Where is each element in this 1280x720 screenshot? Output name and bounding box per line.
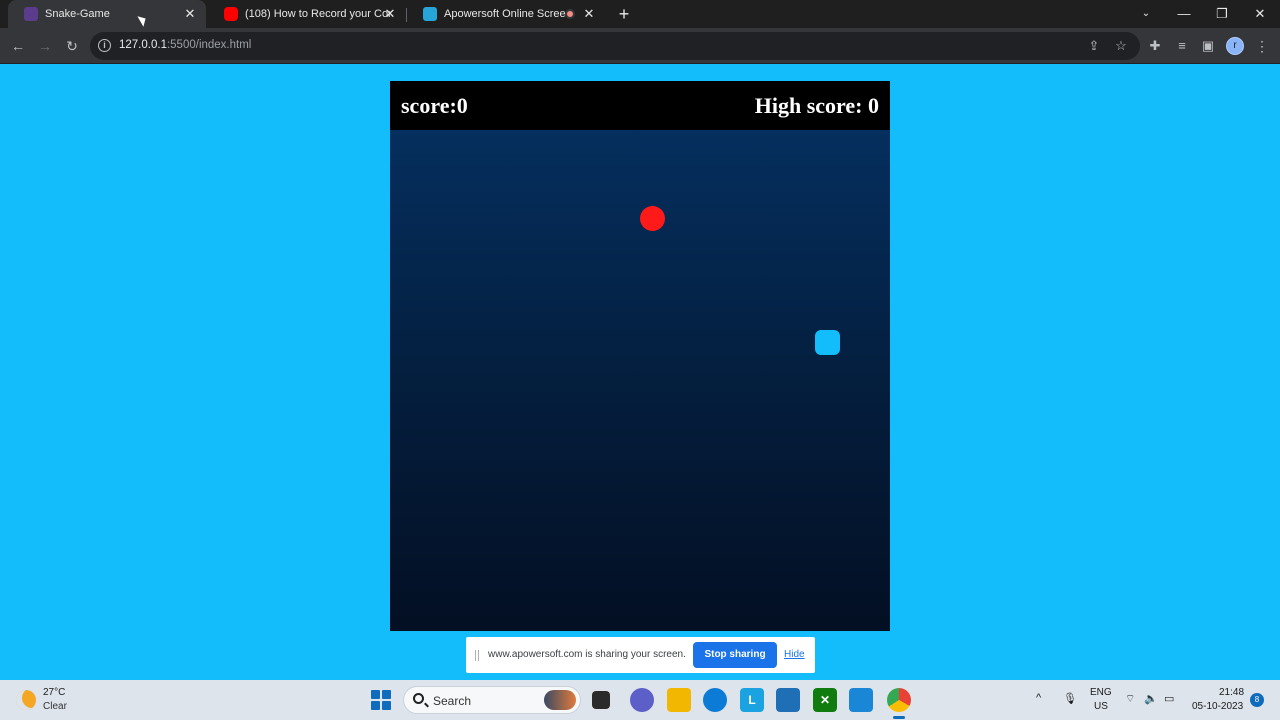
game-board[interactable] <box>390 130 890 631</box>
language-indicator[interactable]: ENG <box>1090 687 1112 698</box>
windows-logo-pane <box>371 701 380 710</box>
bookmark-star-icon[interactable]: ☆ <box>1112 37 1130 55</box>
file-explorer-icon[interactable] <box>667 688 691 712</box>
search-highlight-icon <box>544 690 576 710</box>
notification-badge[interactable]: 8 <box>1250 693 1264 707</box>
media-queue-icon[interactable]: ≡ <box>1170 34 1194 58</box>
windows-logo-pane <box>382 701 391 710</box>
moon-weather-icon[interactable] <box>16 690 36 710</box>
l-app-icon[interactable]: L <box>740 688 764 712</box>
minimize-icon[interactable]: — <box>1166 0 1202 28</box>
tab-title: Apowersoft Online Screen R <box>444 8 570 20</box>
extensions-puzzle-icon[interactable]: ✚ <box>1143 34 1167 58</box>
vscode-icon[interactable] <box>849 688 873 712</box>
tab-search-chevron-icon[interactable]: ⌄ <box>1128 0 1164 28</box>
high-score-display: High score: 0 <box>754 93 879 118</box>
screen-sharing-bar: www.apowersoft.com is sharing your scree… <box>466 637 815 673</box>
tab-snake-game[interactable]: Snake-Game ✕ <box>8 0 206 28</box>
hide-link[interactable]: Hide <box>784 649 805 660</box>
xbox-icon[interactable]: ✕ <box>813 688 837 712</box>
microphone-icon[interactable]: 🎙 <box>1063 692 1077 705</box>
close-icon[interactable]: ✕ <box>382 6 398 22</box>
tab-apowersoft[interactable]: Apowersoft Online Screen R ✕ <box>407 0 605 28</box>
tab-youtube[interactable]: (108) How to Record your Comp ✕ <box>208 0 406 28</box>
apowersoft-favicon-icon <box>423 7 437 21</box>
edge-icon[interactable] <box>703 688 727 712</box>
restore-icon[interactable]: ❐ <box>1204 0 1240 28</box>
teams-chat-icon[interactable] <box>630 688 654 712</box>
window-close-icon[interactable]: ✕ <box>1242 0 1278 28</box>
wifi-icon[interactable]: ⌔ <box>1125 692 1135 706</box>
active-app-indicator <box>893 716 905 719</box>
reload-icon[interactable]: ↻ <box>60 34 84 58</box>
side-panel-icon[interactable]: ▣ <box>1196 34 1220 58</box>
taskbar-search[interactable]: Search <box>403 686 581 714</box>
browser-tab-strip: Snake-Game ✕ (108) How to Record your Co… <box>0 0 1280 28</box>
windows-logo-pane <box>382 690 391 699</box>
volume-icon[interactable]: 🔈 <box>1144 692 1158 705</box>
drag-handle-icon[interactable] <box>475 650 479 661</box>
food-item <box>640 206 665 231</box>
new-tab-button[interactable]: + <box>614 4 634 24</box>
sharing-message: www.apowersoft.com is sharing your scree… <box>488 649 686 660</box>
search-label: Search <box>433 694 472 708</box>
windows-logo-icon <box>371 690 380 699</box>
score-bar: score:0 High score: 0 <box>390 81 890 130</box>
site-info-icon[interactable]: i <box>98 39 111 52</box>
tab-title: Snake-Game <box>45 8 110 20</box>
back-arrow-icon[interactable]: ← <box>6 34 30 58</box>
clock-date[interactable]: 05-10-2023 <box>1192 701 1243 712</box>
score-display: score:0 <box>401 93 468 118</box>
stop-sharing-button[interactable]: Stop sharing <box>693 642 777 668</box>
snake-game-favicon-icon <box>24 7 38 21</box>
close-icon[interactable]: ✕ <box>182 6 198 22</box>
keyboard-region[interactable]: US <box>1094 701 1108 712</box>
start-button[interactable] <box>371 690 391 710</box>
weather-description[interactable]: Clear <box>43 701 67 712</box>
windows-taskbar: 27°C Clear Search L ✕ ^ 🎙 ENG US ⌔ 🔈 ▭ 2… <box>0 680 1280 720</box>
recording-icon <box>565 9 575 19</box>
task-view-icon[interactable] <box>592 691 610 709</box>
menu-kebab-icon[interactable]: ⋮ <box>1250 34 1274 58</box>
url-path: :5500/index.html <box>166 39 252 51</box>
address-bar[interactable]: i 127.0.0.1:5500/index.html ⇪ ☆ <box>90 32 1140 60</box>
youtube-favicon-icon <box>224 7 238 21</box>
chrome-icon[interactable] <box>887 688 911 712</box>
tab-title: (108) How to Record your Comp <box>245 8 390 20</box>
search-icon <box>413 693 424 704</box>
clock-time[interactable]: 21:48 <box>1219 687 1244 698</box>
close-icon[interactable]: ✕ <box>581 6 597 22</box>
weather-temperature[interactable]: 27°C <box>43 687 65 698</box>
profile-avatar[interactable]: r <box>1226 37 1244 55</box>
microsoft-store-icon[interactable] <box>776 688 800 712</box>
forward-arrow-icon[interactable]: → <box>33 34 57 58</box>
snake-game: score:0 High score: 0 <box>390 81 890 631</box>
url-host: 127.0.0.1 <box>119 39 167 51</box>
url-text[interactable]: 127.0.0.1:5500/index.html <box>119 39 251 51</box>
show-hidden-icons-chevron-icon[interactable]: ^ <box>1036 692 1041 704</box>
browser-toolbar: ← → ↻ i 127.0.0.1:5500/index.html ⇪ ☆ ✚ … <box>0 28 1280 64</box>
battery-icon[interactable]: ▭ <box>1164 692 1174 705</box>
snake-head <box>815 330 840 355</box>
share-icon[interactable]: ⇪ <box>1085 37 1103 55</box>
